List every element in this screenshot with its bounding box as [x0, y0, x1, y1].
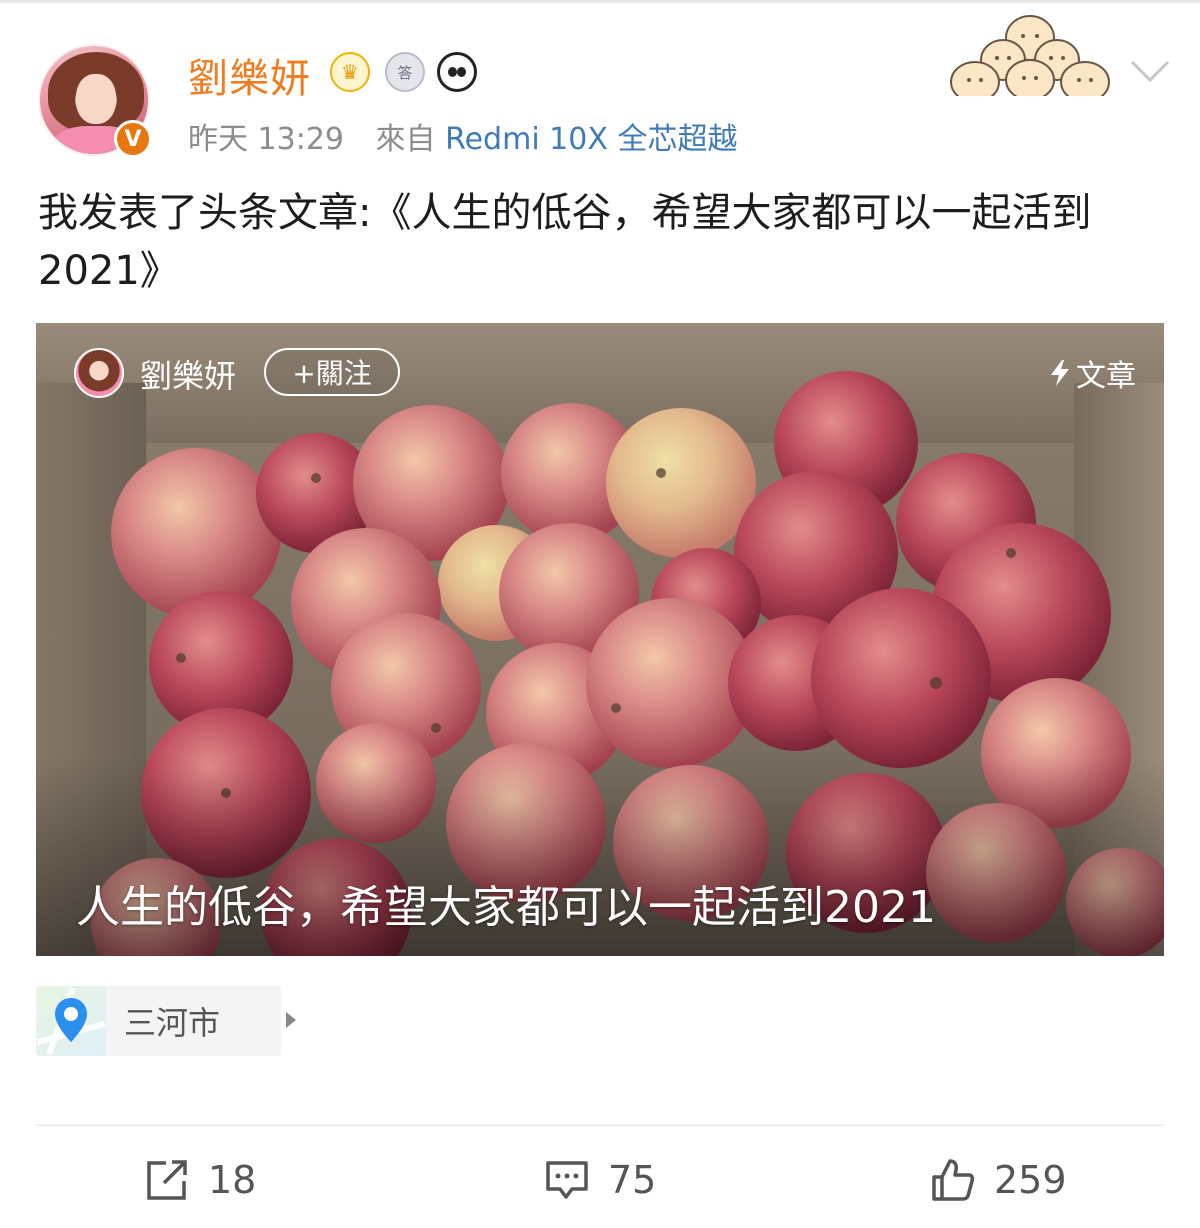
article-title: 人生的低谷，希望大家都可以一起活到2021: [76, 882, 936, 933]
repost-count: 18: [208, 1158, 257, 1202]
location-pin-icon: [55, 998, 87, 1042]
post-text: 我发表了头条文章:《人生的低谷，希望大家都可以一起活到2021》: [38, 190, 1092, 294]
top-divider: [0, 0, 1200, 3]
article-card[interactable]: 劉樂妍 +關注 文章 人生的低谷，希望大家都可以一起活到2021: [36, 323, 1164, 956]
repost-icon: [147, 1160, 187, 1200]
card-author-name[interactable]: 劉樂妍: [140, 351, 236, 397]
post-meta: 昨天 13:29 來自 Redmi 10X 全芯超越: [188, 114, 737, 158]
comment-count: 75: [608, 1158, 657, 1202]
decoration-sticker-icon: [950, 15, 1110, 96]
like-count: 259: [994, 1158, 1067, 1202]
comment-icon: [546, 1161, 588, 1199]
like-button[interactable]: 259: [930, 1150, 1067, 1210]
thumbs-up-icon: [932, 1159, 975, 1201]
verified-badge-icon: V: [114, 120, 152, 158]
location-chip[interactable]: 三河市: [36, 986, 296, 1056]
panda-badge-icon[interactable]: [437, 52, 477, 92]
location-name: 三河市: [124, 1004, 221, 1042]
author-name[interactable]: 劉樂妍: [188, 46, 311, 104]
medal-badge-icon[interactable]: 答: [385, 52, 425, 92]
article-type-label: 文章: [1048, 351, 1136, 395]
article-type-text: 文章: [1076, 359, 1136, 394]
post-time: 昨天 13:29: [188, 122, 344, 157]
action-divider: [36, 1124, 1164, 1126]
card-author-avatar[interactable]: [74, 348, 124, 398]
source-device-link[interactable]: Redmi 10X 全芯超越: [445, 122, 737, 157]
lightning-icon: [1051, 360, 1069, 386]
source-prefix: 來自: [375, 122, 436, 157]
follow-button[interactable]: +關注: [264, 348, 400, 396]
chevron-down-icon[interactable]: [1130, 56, 1170, 86]
repost-button[interactable]: 18: [144, 1150, 256, 1210]
crown-badge-icon[interactable]: ♛: [330, 52, 370, 92]
chevron-right-icon: [286, 1012, 296, 1028]
map-thumbnail: [36, 986, 106, 1056]
comment-button[interactable]: 75: [544, 1150, 656, 1210]
